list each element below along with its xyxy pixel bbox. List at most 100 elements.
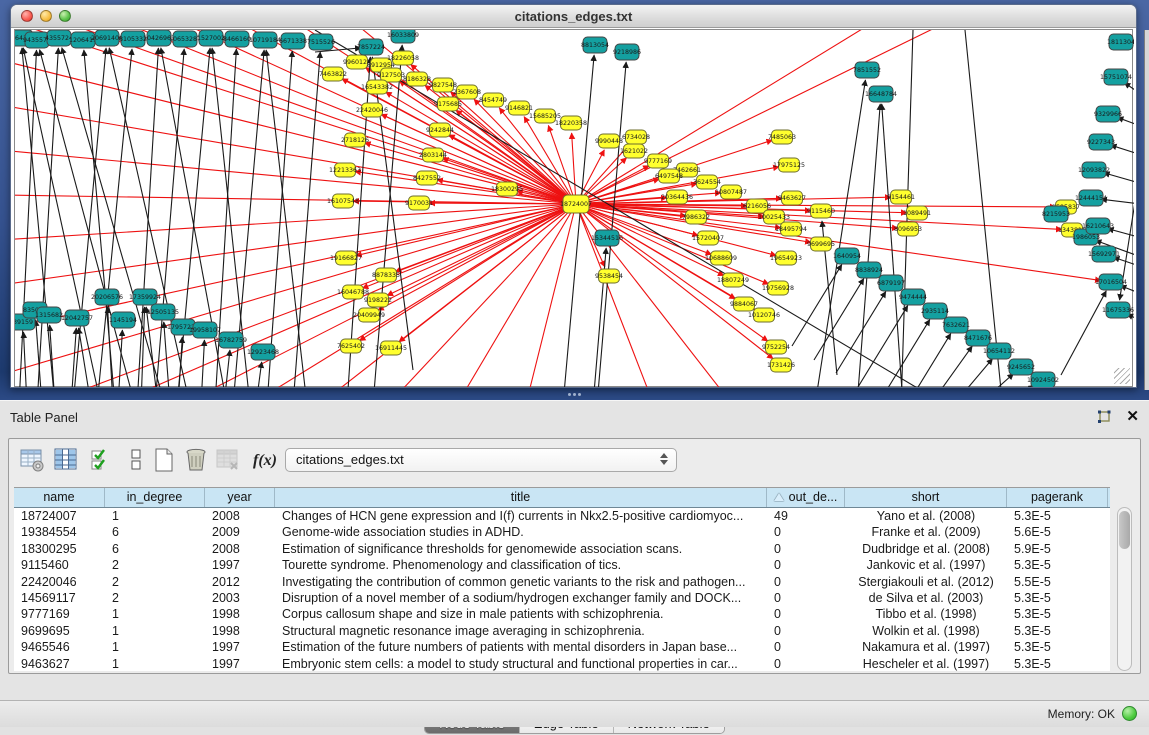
graph-node-teal[interactable]: 6671338	[279, 33, 307, 49]
show-columns-icon[interactable]	[53, 447, 81, 475]
node-table[interactable]: namein_degreeyeartitleout_de...shortpage…	[14, 487, 1110, 671]
graph-node-teal[interactable]: 9329966	[1094, 106, 1122, 122]
graph-node-yellow[interactable]: 9175685	[434, 97, 462, 111]
graph-node-yellow[interactable]: 7463822	[319, 67, 347, 81]
graph-node-yellow[interactable]: 8454749	[479, 93, 507, 107]
graph-node-teal[interactable]: 8215953	[1042, 206, 1070, 222]
graph-node-teal[interactable]: 15751074	[1100, 69, 1132, 85]
graph-node-teal[interactable]: 9474444	[899, 289, 927, 305]
resize-grip[interactable]	[1114, 368, 1130, 384]
graph-node-teal[interactable]: 12505135	[147, 304, 179, 320]
column-header-short[interactable]: short	[845, 488, 1007, 507]
graph-node-yellow[interactable]: 16911445	[375, 341, 407, 355]
graph-node-teal[interactable]: 16648784	[865, 86, 897, 102]
graph-node-yellow[interactable]: 12213363	[329, 163, 361, 177]
merge-rows-icon[interactable]	[123, 447, 151, 475]
table-source-dropdown[interactable]: citations_edges.txt	[285, 448, 677, 472]
graph-node-teal[interactable]: 10654112	[983, 343, 1015, 359]
graph-node-teal[interactable]: 12444154	[1075, 190, 1107, 206]
graph-node-yellow[interactable]: 9538454	[595, 269, 623, 283]
graph-node-yellow[interactable]: 8096953	[894, 222, 922, 236]
graph-node-teal[interactable]: 7857224	[357, 39, 385, 55]
table-scrollbar-thumb[interactable]	[1119, 511, 1130, 549]
function-builder-icon[interactable]: f(x)	[253, 452, 281, 480]
table-row[interactable]: 1938455462009Genome-wide association stu…	[14, 524, 1110, 540]
select-rows-icon[interactable]	[89, 447, 117, 475]
column-header-year[interactable]: year	[205, 488, 275, 507]
graph-node-yellow[interactable]: 8878335	[372, 268, 400, 282]
graph-node-yellow[interactable]: 9170031	[405, 196, 433, 210]
close-panel-icon[interactable]: ✕	[1126, 407, 1139, 425]
table-row[interactable]: 977716911998Corpus callosum shape and si…	[14, 606, 1110, 622]
graph-node-yellow[interactable]: 6497548	[655, 169, 683, 183]
citation-network-graph[interactable]: 1872400718300295746382299601248912954182…	[15, 30, 1134, 388]
table-row[interactable]: 946554611997Estimation of the future num…	[14, 639, 1110, 655]
graph-node-yellow[interactable]: 9884067	[730, 297, 758, 311]
graph-node-teal[interactable]: 15344516	[591, 230, 623, 246]
table-row[interactable]: 911546021997Tourette syndrome. Phenomeno…	[14, 557, 1110, 573]
graph-node-teal[interactable]: 1315682	[35, 307, 63, 323]
graph-node-teal[interactable]: 9218986	[613, 44, 641, 60]
graph-node-teal[interactable]: 16782759	[215, 332, 247, 348]
graph-node-teal[interactable]: 1145194	[109, 312, 137, 328]
graph-node-teal[interactable]: 20206576	[91, 289, 123, 305]
graph-node-yellow[interactable]: 19654923	[770, 251, 802, 265]
table-scrollbar[interactable]	[1117, 507, 1132, 671]
graph-node-yellow[interactable]: 7625402	[337, 339, 365, 353]
graph-node-yellow[interactable]: 2367608	[453, 85, 481, 99]
graph-node-teal[interactable]: 19958107	[189, 322, 221, 338]
column-header-out_de[interactable]: out_de...	[767, 488, 845, 507]
split-pane-grabber[interactable]	[568, 393, 582, 398]
graph-node-yellow[interactable]: 1621022	[620, 144, 648, 158]
graph-node-yellow[interactable]: 9699695	[807, 237, 835, 251]
graph-node-yellow[interactable]: 7485063	[768, 130, 796, 144]
graph-node-teal[interactable]: 8838924	[855, 262, 883, 278]
new-table-icon[interactable]	[151, 447, 179, 475]
graph-node-teal[interactable]: 9245652	[1007, 359, 1035, 375]
table-settings-icon[interactable]	[19, 447, 47, 475]
graph-node-teal[interactable]: 1640954	[833, 248, 861, 264]
graph-node-teal[interactable]: 17016504	[1095, 274, 1127, 290]
graph-node-yellow[interactable]: 16107548	[327, 194, 359, 208]
graph-node-yellow[interactable]: 8427552	[413, 171, 441, 185]
graph-node-teal[interactable]: 6879197	[877, 275, 905, 291]
graph-node-teal[interactable]: 8813054	[581, 37, 609, 53]
table-row[interactable]: 1830029562008Estimation of significance …	[14, 541, 1110, 557]
graph-node-yellow[interactable]: 1731426	[767, 358, 795, 372]
column-header-pagerank[interactable]: pagerank	[1007, 488, 1108, 507]
graph-node-yellow[interactable]: 2803144	[419, 148, 447, 162]
graph-node-yellow[interactable]: 18724007	[560, 195, 592, 213]
graph-node-yellow[interactable]: 17975125	[773, 158, 805, 172]
graph-node-teal[interactable]: 8466160	[223, 31, 251, 47]
graph-node-yellow[interactable]: 7986322	[682, 210, 710, 224]
graph-node-yellow[interactable]: 9242844	[426, 123, 454, 137]
graph-node-yellow[interactable]: 9777169	[644, 154, 672, 168]
graph-node-yellow[interactable]: 8186328	[403, 72, 431, 86]
network-window[interactable]: citations_edges.txt 18724007183002957463…	[10, 4, 1137, 388]
graph-node-yellow[interactable]: 9990448	[595, 134, 623, 148]
graph-node-yellow[interactable]: 6734028	[622, 130, 650, 144]
column-header-name[interactable]: name	[14, 488, 105, 507]
table-row[interactable]: 2242004622012Investigating the contribut…	[14, 574, 1110, 590]
graph-node-teal[interactable]: 1811304	[1107, 34, 1134, 50]
graph-node-teal[interactable]: 16210643	[1082, 218, 1114, 234]
graph-node-teal[interactable]: 7632621	[942, 317, 970, 333]
graph-node-yellow[interactable]: 10807487	[715, 185, 747, 199]
graph-node-teal[interactable]: 9227343	[1087, 134, 1115, 150]
graph-node-yellow[interactable]: 15720407	[692, 231, 724, 245]
graph-node-teal[interactable]: 7851552	[853, 62, 881, 78]
graph-node-yellow[interactable]: 9463627	[778, 191, 806, 205]
graph-node-teal[interactable]: 10924502	[1027, 372, 1059, 388]
graph-node-yellow[interactable]: 10688609	[705, 251, 737, 265]
graph-node-yellow[interactable]: 9752254	[762, 340, 790, 354]
graph-node-teal[interactable]: 16033809	[387, 30, 419, 43]
graph-node-yellow[interactable]: 2718126	[341, 133, 369, 147]
graph-node-yellow[interactable]: 3624554	[693, 175, 721, 189]
graph-node-teal[interactable]: 17359924	[129, 289, 161, 305]
graph-node-yellow[interactable]: 1089491	[903, 206, 931, 220]
graph-node-yellow[interactable]: 9198222	[364, 293, 392, 307]
graph-node-yellow[interactable]: 9154461	[887, 190, 915, 204]
column-header-title[interactable]: title	[275, 488, 767, 507]
graph-node-teal[interactable]: 7515526	[307, 34, 335, 50]
graph-node-teal[interactable]: 10719184	[249, 32, 281, 48]
